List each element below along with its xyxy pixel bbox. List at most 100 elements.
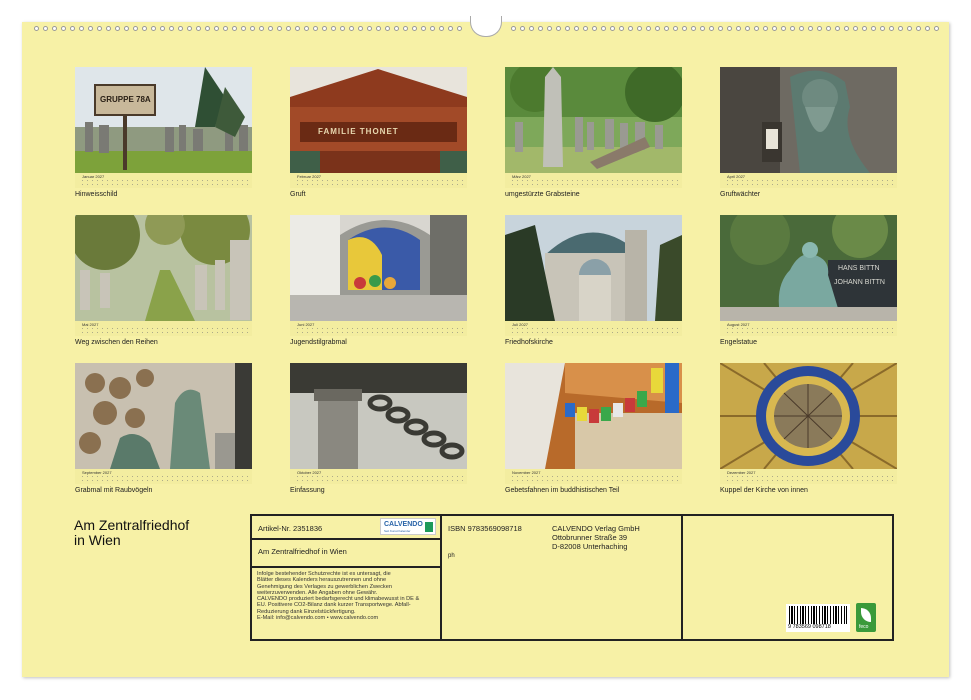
photo-kuppel bbox=[720, 363, 897, 469]
binding-hole bbox=[691, 26, 696, 31]
binding-hole bbox=[565, 26, 570, 31]
ph-label: ph bbox=[448, 553, 455, 559]
barcode-bars bbox=[789, 606, 847, 624]
binding-hole bbox=[898, 26, 903, 31]
binding-hole bbox=[538, 26, 543, 31]
binding-hole bbox=[745, 26, 750, 31]
binding-hole bbox=[817, 26, 822, 31]
legal-line: E-Mail: info@calvendo.com • www.calvendo… bbox=[257, 615, 379, 622]
photo-jugendstil bbox=[290, 215, 467, 321]
photo-raubvoegel bbox=[75, 363, 252, 469]
binding-hole bbox=[880, 26, 885, 31]
month-december: Dezember 2027 Kuppel der Kirche von inne… bbox=[720, 363, 897, 503]
photo-caption: Einfassung bbox=[290, 487, 325, 494]
binding-hole bbox=[385, 26, 390, 31]
month-august: HANS BITTN JOHANN BITTN August 2027 Enge… bbox=[720, 215, 897, 355]
binding-hole bbox=[808, 26, 813, 31]
binding-hole bbox=[43, 26, 48, 31]
binding-hole bbox=[826, 26, 831, 31]
photo-caption: Kuppel der Kirche von innen bbox=[720, 487, 808, 494]
calendar-strip: Februar 2027 bbox=[290, 173, 467, 188]
binding-hole bbox=[844, 26, 849, 31]
imprint-title: Am Zentralfriedhof in Wien bbox=[258, 547, 347, 556]
photo-hinweisschild: GRUPPE 78A bbox=[75, 67, 252, 173]
photo-caption: Jugendstilgrabmal bbox=[290, 339, 347, 346]
calendar-strip: April 2027 bbox=[720, 173, 897, 188]
month-january: GRUPPE 78A Januar 2027 Hinweisschild bbox=[75, 67, 252, 207]
binding-hole bbox=[619, 26, 624, 31]
logo-text: CALVENDO bbox=[384, 521, 423, 528]
divider bbox=[252, 538, 440, 540]
calendar-title: Am Zentralfriedhof in Wien bbox=[74, 518, 244, 548]
binding-hole bbox=[241, 26, 246, 31]
photo-caption: Friedhofskirche bbox=[505, 339, 553, 346]
month-november: November 2027 Gebetsfahnen im buddhistis… bbox=[505, 363, 682, 503]
binding-hole bbox=[178, 26, 183, 31]
binding-hole bbox=[601, 26, 606, 31]
binding-hole bbox=[439, 26, 444, 31]
logo-subtext: Seit Kunst Kalender bbox=[384, 529, 411, 533]
binding-hole bbox=[403, 26, 408, 31]
binding-hole bbox=[61, 26, 66, 31]
binding-hole bbox=[412, 26, 417, 31]
calendar-strip: Dezember 2027 bbox=[720, 469, 897, 484]
photo-weg bbox=[75, 215, 252, 321]
binding-hole bbox=[781, 26, 786, 31]
photo-caption: Grabmal mit Raubvögeln bbox=[75, 487, 153, 494]
binding-hole bbox=[331, 26, 336, 31]
divider bbox=[681, 516, 683, 639]
binding-hole bbox=[673, 26, 678, 31]
calvendo-logo: CALVENDO Seit Kunst Kalender bbox=[380, 518, 436, 535]
binding-hole bbox=[628, 26, 633, 31]
binding-hole bbox=[511, 26, 516, 31]
binding-hole bbox=[97, 26, 102, 31]
imprint-box: Artikel-Nr. 2351836 CALVENDO Seit Kunst … bbox=[250, 514, 894, 641]
binding-hole bbox=[430, 26, 435, 31]
month-june: Juni 2027 Jugendstilgrabmal bbox=[290, 215, 467, 355]
photo-caption: Hinweisschild bbox=[75, 191, 118, 198]
grave-inscription-1: HANS BITTN bbox=[838, 265, 880, 272]
binding-hole bbox=[655, 26, 660, 31]
binding-hole bbox=[286, 26, 291, 31]
photo-einfassung bbox=[290, 363, 467, 469]
calendar-strip: Januar 2027 bbox=[75, 173, 252, 188]
barcode: 9 783569 098718 bbox=[786, 604, 850, 632]
binding-hole bbox=[457, 26, 462, 31]
calendar-strip: September 2027 bbox=[75, 469, 252, 484]
binding-hole bbox=[277, 26, 282, 31]
month-july: Juli 2027 Friedhofskirche bbox=[505, 215, 682, 355]
binding-hole bbox=[304, 26, 309, 31]
article-number: Artikel-Nr. 2351836 bbox=[258, 524, 323, 533]
binding-hole bbox=[421, 26, 426, 31]
barcode-number: 9 783569 098718 bbox=[788, 624, 831, 630]
grave-inscription-2: JOHANN BITTN bbox=[834, 279, 885, 286]
binding-hole bbox=[754, 26, 759, 31]
photo-grabsteine bbox=[505, 67, 682, 173]
binding-hole bbox=[682, 26, 687, 31]
binding-hole bbox=[196, 26, 201, 31]
calendar-title-line2: in Wien bbox=[74, 532, 121, 548]
binding-hole bbox=[727, 26, 732, 31]
month-february: FAMILIE THONET Februar 2027 Gruft bbox=[290, 67, 467, 207]
binding-hole bbox=[889, 26, 894, 31]
binding-hole bbox=[583, 26, 588, 31]
photo-friedhofskirche bbox=[505, 215, 682, 321]
month-april: April 2027 Gruftwächter bbox=[720, 67, 897, 207]
binding-hole bbox=[358, 26, 363, 31]
isbn: ISBN 9783569098718 bbox=[448, 524, 522, 533]
binding-hole bbox=[259, 26, 264, 31]
binding-hole bbox=[700, 26, 705, 31]
binding-hole bbox=[448, 26, 453, 31]
binding-hole bbox=[214, 26, 219, 31]
photo-gruft: FAMILIE THONET bbox=[290, 67, 467, 173]
binding-hole bbox=[394, 26, 399, 31]
binding-hole bbox=[295, 26, 300, 31]
spiral-binding bbox=[22, 16, 949, 38]
binding-notch bbox=[470, 16, 502, 37]
calendar-strip: November 2027 bbox=[505, 469, 682, 484]
binding-hole bbox=[934, 26, 939, 31]
binding-hole bbox=[88, 26, 93, 31]
month-september: September 2027 Grabmal mit Raubvögeln bbox=[75, 363, 252, 503]
binding-hole bbox=[871, 26, 876, 31]
binding-hole bbox=[367, 26, 372, 31]
